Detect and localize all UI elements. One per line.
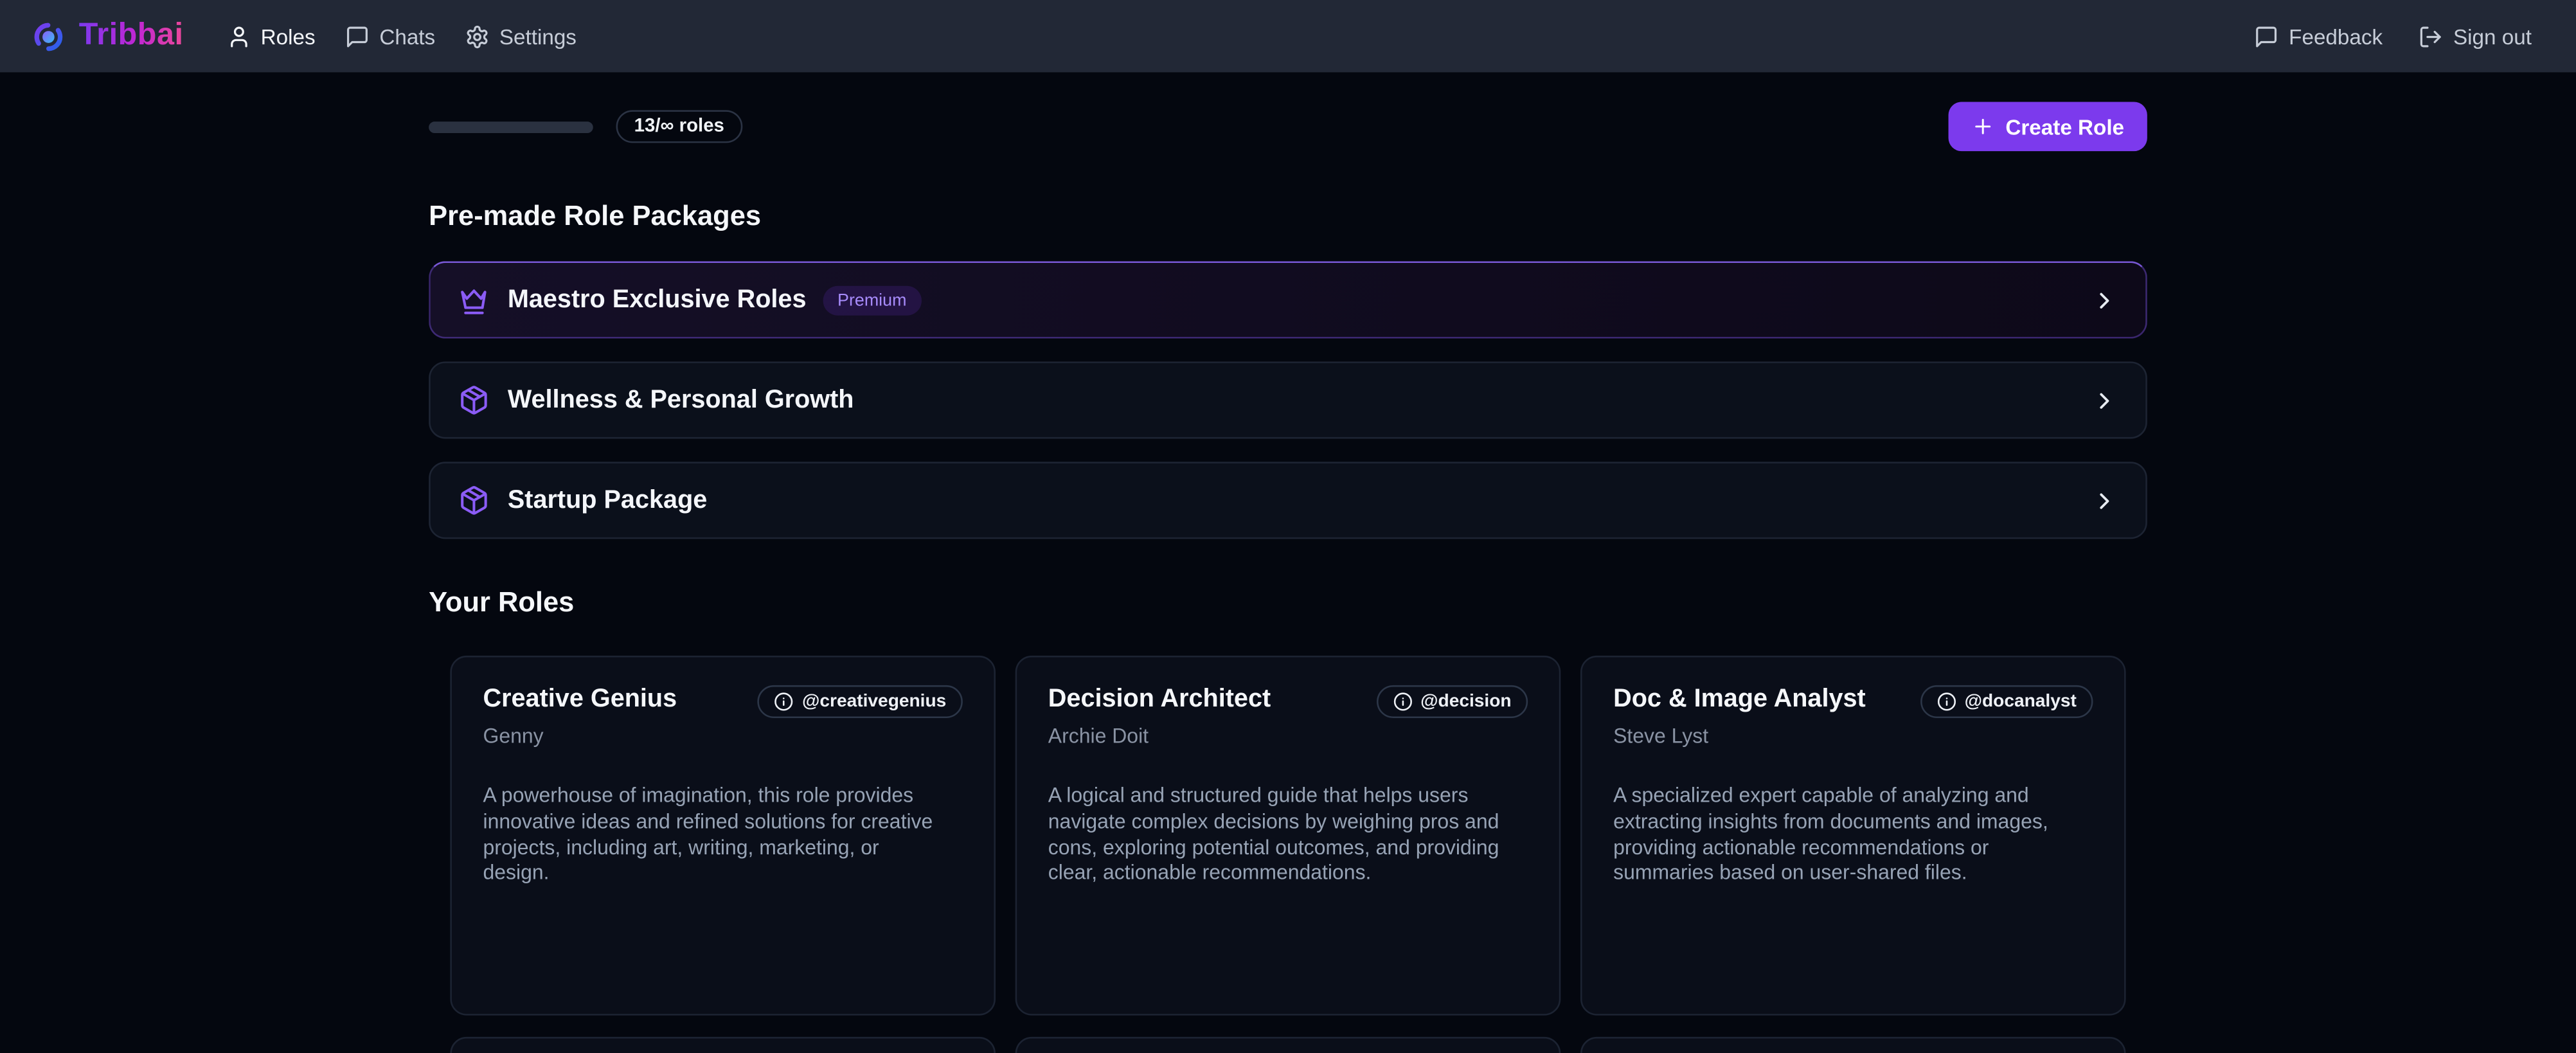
role-handle: @docanalyst (1965, 692, 2077, 712)
nav-item-settings[interactable]: Settings (465, 24, 577, 48)
packages-section-title: Pre-made Role Packages (429, 199, 2147, 233)
main-nav: Roles Chats Settings (226, 24, 577, 48)
brand-logo-icon (33, 21, 64, 52)
package-row-startup[interactable]: Startup Package (429, 462, 2147, 539)
roles-count-badge: 13/∞ roles (616, 110, 743, 143)
role-card-title: Decision Architect (1048, 683, 1271, 715)
package-icon (458, 384, 490, 416)
role-card-subtitle: Steve Lyst (1613, 724, 2093, 748)
chat-icon (345, 24, 370, 48)
package-label: Startup Package (508, 485, 707, 515)
nav-item-label: Chats (379, 24, 435, 48)
info-icon (774, 692, 794, 712)
role-handle-badge[interactable]: @creativegenius (758, 685, 963, 718)
feedback-button[interactable]: Feedback (2254, 24, 2383, 48)
card-header: Creative Genius @creativegenius (483, 683, 962, 718)
logout-icon (2419, 24, 2443, 48)
role-handle: @decision (1420, 692, 1512, 712)
roles-toolbar: 13/∞ roles Create Role (429, 102, 2147, 151)
role-card-subtitle: Genny (483, 724, 962, 748)
brand-name: Tribbai (79, 18, 184, 54)
role-handle-badge[interactable]: @decision (1376, 685, 1528, 718)
role-card-description: A powerhouse of imagination, this role p… (483, 784, 943, 888)
roles-cards-grid-row2 (429, 1037, 2147, 1053)
sign-out-label: Sign out (2453, 24, 2532, 48)
feedback-icon (2254, 24, 2278, 48)
brand-logo[interactable]: Tribbai (33, 18, 183, 54)
role-card-stub[interactable] (1580, 1037, 2126, 1053)
nav-item-chats[interactable]: Chats (345, 24, 436, 48)
roles-progress-bar (429, 121, 593, 132)
info-icon (1393, 692, 1413, 712)
role-card-description: A specialized expert capable of analyzin… (1613, 784, 2073, 888)
card-header: Doc & Image Analyst @docanalyst (1613, 683, 2093, 718)
app-root: Tribbai Roles Chats Settings (0, 0, 2576, 1053)
package-list: Maestro Exclusive Roles Premium Wellness… (429, 261, 2147, 539)
sign-out-button[interactable]: Sign out (2419, 24, 2532, 48)
user-icon (226, 24, 251, 48)
gear-icon (465, 24, 489, 48)
main-content: 13/∞ roles Create Role Pre-made Role Pac… (429, 102, 2147, 1053)
chevron-right-icon[interactable] (2091, 287, 2118, 313)
package-label: Maestro Exclusive Roles (508, 285, 807, 314)
role-card-doc-image-analyst[interactable]: Doc & Image Analyst @docanalyst Steve Ly… (1580, 656, 2126, 1016)
create-role-button[interactable]: Create Role (1948, 102, 2147, 151)
nav-item-label: Roles (261, 24, 316, 48)
role-card-title: Creative Genius (483, 683, 677, 715)
nav-item-roles[interactable]: Roles (226, 24, 316, 48)
crown-icon (458, 284, 490, 316)
info-icon (1936, 692, 1956, 712)
premium-badge: Premium (823, 285, 921, 314)
role-card-creative-genius[interactable]: Creative Genius @creativegenius Genny A … (450, 656, 996, 1016)
role-card-title: Doc & Image Analyst (1613, 683, 1866, 715)
package-row-wellness[interactable]: Wellness & Personal Growth (429, 361, 2147, 438)
plus-icon (1971, 115, 1994, 138)
card-header: Decision Architect @decision (1048, 683, 1528, 718)
role-card-subtitle: Archie Doit (1048, 724, 1528, 748)
chevron-right-icon[interactable] (2091, 487, 2118, 514)
package-row-maestro[interactable]: Maestro Exclusive Roles Premium (429, 261, 2147, 338)
role-card-description: A logical and structured guide that help… (1048, 784, 1508, 888)
role-card-stub[interactable] (450, 1037, 996, 1053)
roles-section-title: Your Roles (429, 585, 2147, 620)
nav-right: Feedback Sign out (2254, 24, 2531, 48)
top-navbar: Tribbai Roles Chats Settings (0, 0, 2576, 72)
chevron-right-icon[interactable] (2091, 387, 2118, 413)
role-card-decision-architect[interactable]: Decision Architect @decision Archie Doit… (1015, 656, 1561, 1016)
package-label: Wellness & Personal Growth (508, 385, 854, 415)
roles-cards-grid: Creative Genius @creativegenius Genny A … (429, 656, 2147, 1016)
role-card-stub[interactable] (1015, 1037, 1561, 1053)
feedback-label: Feedback (2289, 24, 2383, 48)
role-handle: @creativegenius (802, 692, 946, 712)
role-handle-badge[interactable]: @docanalyst (1920, 685, 2093, 718)
package-icon (458, 485, 490, 516)
create-role-label: Create Role (2005, 114, 2124, 139)
nav-item-label: Settings (499, 24, 577, 48)
